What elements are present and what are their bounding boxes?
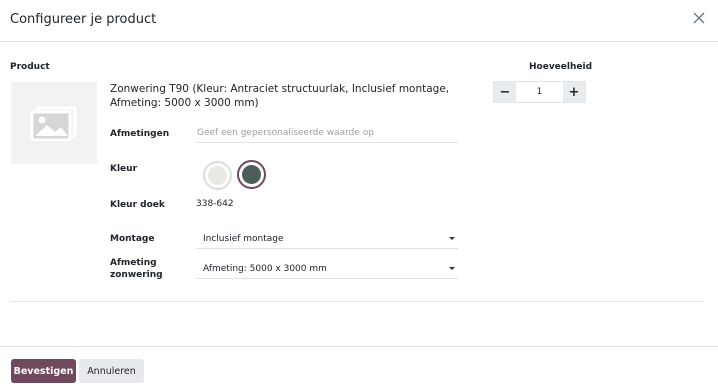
kleur-doek-label: Kleur doek — [110, 200, 165, 210]
image-placeholder-icon — [30, 106, 77, 141]
quantity-decrease-button[interactable]: − — [494, 82, 516, 102]
afmeting-zonwering-label-line2: zonwering — [110, 270, 163, 280]
afmetingen-label: Afmetingen — [110, 129, 170, 139]
close-icon[interactable] — [692, 11, 706, 25]
chevron-down-icon — [449, 267, 455, 270]
color-swatch-anthracite-selected[interactable] — [237, 160, 266, 189]
quantity-input[interactable] — [516, 82, 563, 102]
montage-select[interactable]: Inclusief montage — [196, 230, 458, 249]
montage-label: Montage — [110, 234, 155, 244]
afmeting-zonwering-select[interactable]: Afmeting: 5000 x 3000 mm — [196, 260, 458, 279]
confirm-button[interactable]: Bevestigen — [11, 359, 76, 383]
product-name: Zonwering T90 (Kleur: Antraciet structuu… — [110, 83, 450, 109]
dialog-header: Configureer je product — [0, 0, 718, 42]
afmeting-zonwering-label-line1: Afmeting — [110, 258, 157, 268]
quantity-column-label: Hoeveelheid — [529, 62, 593, 72]
product-image — [11, 82, 97, 164]
montage-select-value: Inclusief montage — [203, 234, 284, 244]
product-column-label: Product — [10, 62, 50, 72]
afmeting-zonwering-select-value: Afmeting: 5000 x 3000 mm — [203, 264, 327, 274]
kleur-doek-value: 338-642 — [196, 199, 234, 209]
dialog-title: Configureer je product — [10, 12, 157, 27]
quantity-stepper: − + — [493, 81, 586, 103]
afmeting-zonwering-label: Afmeting zonwering — [110, 257, 163, 281]
content-divider — [10, 301, 704, 302]
color-swatch-light[interactable] — [203, 161, 232, 190]
kleur-label: Kleur — [110, 164, 138, 174]
quantity-increase-button[interactable]: + — [563, 82, 585, 102]
cancel-button[interactable]: Annuleren — [79, 359, 144, 383]
chevron-down-icon — [449, 237, 455, 240]
afmetingen-input[interactable] — [196, 126, 458, 143]
